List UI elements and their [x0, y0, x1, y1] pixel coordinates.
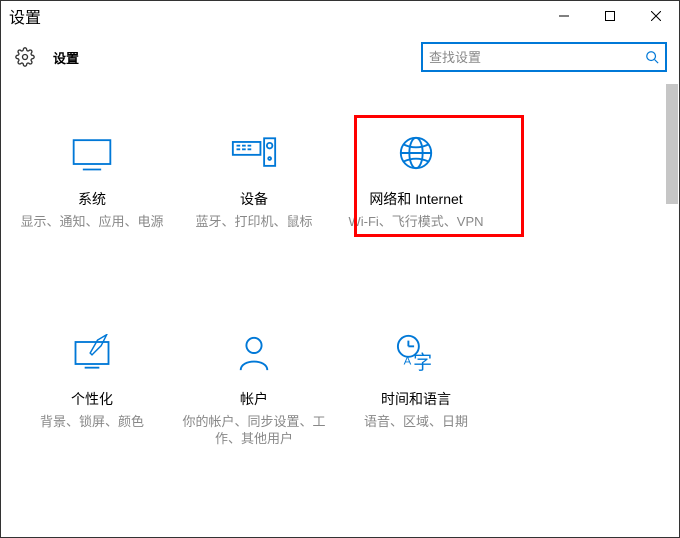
svg-text:字: 字	[413, 352, 432, 373]
tile-system[interactable]: 系统 显示、通知、应用、电源	[11, 131, 173, 231]
page-title: 设置	[53, 48, 79, 67]
search-icon[interactable]	[639, 50, 665, 64]
tile-title: 个性化	[71, 389, 113, 409]
tile-title: 系统	[78, 189, 106, 209]
search-box[interactable]	[421, 42, 667, 72]
tile-desc: Wi-Fi、飞行模式、VPN	[342, 213, 489, 231]
personalization-icon	[70, 331, 114, 375]
tile-title: 网络和 Internet	[369, 189, 462, 209]
tile-title: 时间和语言	[381, 389, 451, 409]
settings-grid: 系统 显示、通知、应用、电源 设备 蓝牙、打印机、鼠标	[1, 83, 665, 537]
header-bar: 设置	[1, 31, 679, 83]
titlebar: 设置	[1, 1, 679, 31]
settings-window: 设置 设置	[0, 0, 680, 538]
close-button[interactable]	[633, 1, 679, 31]
tile-desc: 蓝牙、打印机、鼠标	[189, 213, 318, 231]
tile-time-language[interactable]: 字 A 时间和语言 语音、区域、日期	[335, 331, 497, 448]
time-language-icon: 字 A	[394, 331, 438, 375]
tile-devices[interactable]: 设备 蓝牙、打印机、鼠标	[173, 131, 335, 231]
tile-desc: 你的帐户、同步设置、工作、其他用户	[173, 413, 335, 448]
globe-icon	[397, 131, 435, 175]
tile-title: 设备	[240, 189, 268, 209]
tile-desc: 显示、通知、应用、电源	[14, 213, 169, 231]
tile-accounts[interactable]: 帐户 你的帐户、同步设置、工作、其他用户	[173, 331, 335, 448]
gear-icon	[15, 47, 35, 67]
tile-desc: 语音、区域、日期	[358, 413, 474, 431]
svg-text:A: A	[404, 355, 412, 367]
tile-title: 帐户	[240, 389, 268, 409]
search-input[interactable]	[423, 50, 639, 65]
tile-personalization[interactable]: 个性化 背景、锁屏、颜色	[11, 331, 173, 448]
minimize-button[interactable]	[541, 1, 587, 31]
person-icon	[235, 331, 273, 375]
maximize-button[interactable]	[587, 1, 633, 31]
tile-desc: 背景、锁屏、颜色	[34, 413, 150, 431]
content-area: 系统 显示、通知、应用、电源 设备 蓝牙、打印机、鼠标	[1, 83, 665, 537]
vertical-scrollbar[interactable]	[666, 84, 678, 204]
window-title: 设置	[9, 4, 41, 28]
system-icon	[70, 131, 114, 175]
devices-icon	[231, 131, 277, 175]
tile-network[interactable]: 网络和 Internet Wi-Fi、飞行模式、VPN	[335, 131, 497, 231]
window-controls	[541, 1, 679, 31]
